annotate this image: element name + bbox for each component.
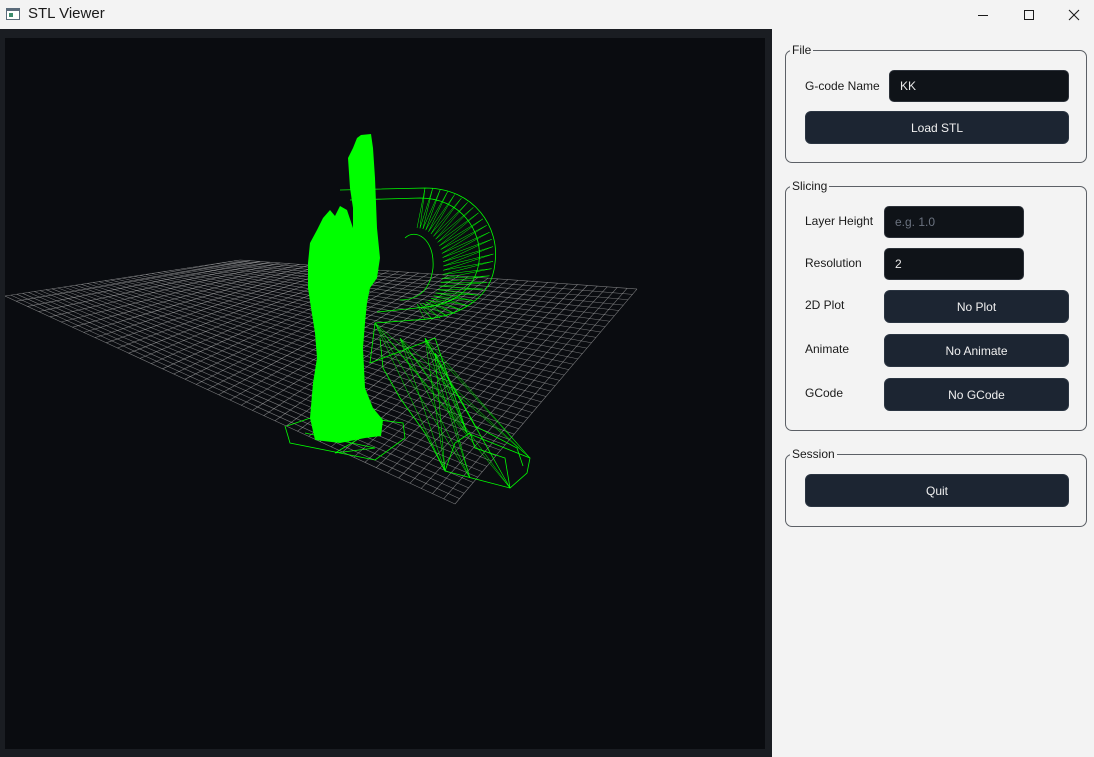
- mesh-edge: [422, 302, 448, 317]
- mesh-edge: [424, 337, 531, 459]
- resolution-label: Resolution: [805, 256, 862, 270]
- mesh-edge: [416, 187, 426, 229]
- stl-viewer-app-icon: [6, 8, 20, 20]
- session-group: Session Quit: [785, 446, 1087, 527]
- maximize-button[interactable]: [1006, 0, 1052, 29]
- gcode-name-label: G-code Name: [805, 79, 880, 93]
- gcode-name-input[interactable]: [889, 70, 1069, 102]
- grid-line: [10, 294, 460, 499]
- grid-line: [409, 285, 598, 484]
- close-button[interactable]: [1051, 0, 1094, 29]
- minimize-button[interactable]: [960, 0, 1006, 29]
- gcode-button[interactable]: No GCode: [884, 378, 1069, 411]
- 3d-scene[interactable]: [5, 38, 765, 749]
- gcode-label: GCode: [805, 386, 844, 400]
- animate-label: Animate: [805, 342, 850, 356]
- layer-height-label: Layer Height: [805, 214, 874, 228]
- quit-button[interactable]: Quit: [805, 474, 1069, 507]
- 2d-plot-label: 2D Plot: [805, 298, 845, 312]
- layer-height-input[interactable]: [884, 206, 1024, 238]
- 3d-viewport[interactable]: [5, 38, 765, 749]
- minimize-icon: [978, 14, 988, 16]
- title-bar: STL Viewer: [0, 0, 1094, 29]
- mesh-edge: [443, 253, 494, 267]
- mesh-edge: [424, 337, 471, 479]
- mesh-edge: [424, 337, 468, 434]
- slicing-group: Slicing Layer Height Resolution 2D Plot …: [785, 178, 1087, 431]
- mesh-edge: [419, 187, 426, 229]
- stl-model: [284, 134, 531, 489]
- viewport-frame: [0, 29, 772, 757]
- animate-button[interactable]: No Animate: [884, 334, 1069, 367]
- window-title: STL Viewer: [28, 5, 105, 22]
- mesh-edge: [439, 212, 479, 246]
- mesh-edge: [439, 218, 484, 246]
- control-panel: File G-code Name Load STL Slicing Layer …: [772, 29, 1094, 757]
- mesh-edge: [443, 261, 494, 271]
- resolution-input[interactable]: [884, 248, 1024, 280]
- 2d-plot-button[interactable]: No Plot: [884, 290, 1069, 323]
- close-icon: [1068, 9, 1080, 20]
- slicing-group-title: Slicing: [790, 178, 830, 194]
- file-group-title: File: [790, 42, 814, 58]
- session-group-title: Session: [790, 446, 837, 462]
- maximize-icon: [1024, 9, 1034, 20]
- grid-line: [387, 284, 578, 474]
- mesh-edge: [399, 337, 511, 489]
- mesh-edge: [419, 188, 433, 229]
- mesh-edge: [443, 246, 494, 262]
- mesh-edge: [425, 189, 441, 231]
- mesh-edge: [435, 207, 474, 240]
- grid-line: [454, 288, 638, 505]
- mesh-edge: [441, 225, 487, 254]
- file-group: File G-code Name Load STL: [785, 42, 1087, 163]
- load-stl-button[interactable]: Load STL: [805, 111, 1069, 144]
